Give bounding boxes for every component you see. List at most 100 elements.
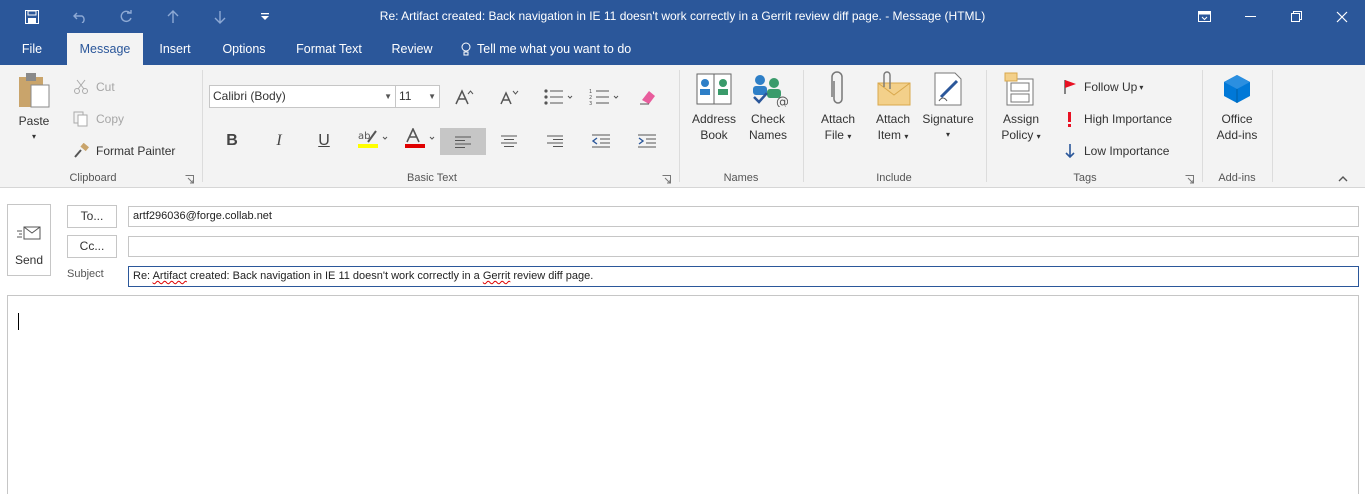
tab-insert[interactable]: Insert [150, 33, 200, 65]
tab-review[interactable]: Review [384, 33, 440, 65]
to-field[interactable]: artf296036@forge.collab.net [128, 206, 1359, 227]
format-painter-button[interactable]: Format Painter [73, 140, 175, 162]
low-importance-button[interactable]: Low Importance [1063, 140, 1169, 162]
bullets-icon [544, 89, 573, 105]
shrink-font-icon [500, 90, 519, 105]
bullets-button[interactable] [540, 86, 576, 108]
clear-formatting-button[interactable] [634, 86, 662, 108]
cc-field[interactable] [128, 236, 1359, 257]
decrease-indent-button[interactable] [587, 130, 615, 152]
close-icon[interactable] [1319, 0, 1365, 33]
chevron-down-icon: ▼ [384, 92, 392, 101]
attach-file-button[interactable]: Attach File ▾ [815, 71, 861, 145]
subject-field[interactable]: Re: Artifact created: Back navigation in… [128, 266, 1359, 287]
align-left-button[interactable] [440, 128, 486, 155]
basic-text-dialog-launcher-icon[interactable] [662, 175, 671, 184]
underline-icon: U [318, 132, 330, 149]
tell-me-search[interactable]: Tell me what you want to do [461, 33, 636, 65]
send-button[interactable]: Send [7, 204, 51, 276]
align-right-button[interactable] [541, 130, 569, 152]
underline-button[interactable]: U [310, 130, 338, 152]
collapse-ribbon-icon[interactable] [1338, 175, 1348, 182]
tab-message[interactable]: Message [67, 33, 143, 65]
up-arrow-icon[interactable] [150, 0, 196, 33]
to-button[interactable]: To... [67, 205, 117, 228]
office-addins-label-1: Office [1221, 112, 1253, 126]
tab-format-text[interactable]: Format Text [288, 33, 370, 65]
increase-indent-button[interactable] [633, 130, 661, 152]
divider [679, 70, 680, 182]
tags-dialog-launcher-icon[interactable] [1185, 175, 1194, 184]
bold-icon: B [226, 132, 238, 149]
title-bar: Re: Artifact created: Back navigation in… [0, 0, 1365, 33]
message-body[interactable] [7, 295, 1359, 494]
chevron-down-icon: ▾ [1139, 82, 1144, 92]
italic-button[interactable]: I [265, 130, 293, 152]
paste-icon [19, 73, 50, 108]
assign-policy-label-2: Policy ▾ [1001, 128, 1041, 142]
addins-group-label: Add-ins [1218, 172, 1256, 184]
text-caret [18, 313, 19, 330]
shrink-font-button[interactable] [495, 86, 523, 108]
subject-label: Subject [67, 268, 104, 280]
check-names-icon: @ [753, 75, 788, 107]
paste-dropdown-icon: ▾ [31, 132, 36, 141]
down-arrow-icon[interactable] [197, 0, 243, 33]
font-name-value: Calibri (Body) [213, 89, 286, 103]
compose-area: Send To... artf296036@forge.collab.net C… [0, 189, 1365, 494]
office-addins-label-2: Add-ins [1216, 128, 1258, 142]
font-size-dropdown[interactable]: 11 ▼ [395, 85, 440, 108]
numbering-button[interactable]: 123 [586, 86, 622, 108]
minimize-icon[interactable] [1227, 0, 1273, 33]
attach-item-label-2: Item ▾ [877, 128, 909, 142]
bold-button[interactable]: B [218, 130, 246, 152]
italic-icon: I [276, 132, 282, 149]
office-addins-button[interactable]: Office Add-ins [1210, 71, 1264, 143]
subject-text: Re: [133, 270, 153, 282]
font-color-button[interactable] [401, 128, 439, 150]
tab-file[interactable]: File [10, 33, 54, 65]
address-book-button[interactable]: Address Book [690, 71, 738, 143]
align-center-button[interactable] [495, 130, 523, 152]
clipboard-group-label: Clipboard [69, 172, 117, 184]
ribbon-display-options-icon[interactable] [1181, 0, 1227, 33]
undo-icon[interactable] [57, 0, 103, 33]
ribbon-tab-bar: File Message Insert Options Format Text … [0, 33, 1365, 65]
highlight-button[interactable]: ab [354, 128, 392, 150]
subject-text: Artifact [152, 270, 187, 282]
attach-file-label-1: Attach [820, 112, 856, 126]
tell-me-label: Tell me what you want to do [477, 41, 632, 56]
signature-label: Signature [922, 112, 974, 126]
cc-button[interactable]: Cc... [67, 235, 117, 258]
save-icon[interactable] [9, 0, 55, 33]
signature-button[interactable]: Signature ▾ [920, 71, 976, 143]
office-addins-icon [1224, 75, 1250, 103]
svg-text:@: @ [776, 95, 788, 107]
customize-toolbar-icon[interactable] [242, 0, 288, 33]
format-painter-icon [74, 143, 89, 158]
attach-item-button[interactable]: Attach Item ▾ [870, 71, 916, 145]
copy-button[interactable]: Copy [73, 108, 124, 130]
subject-text: Gerrit [482, 270, 511, 282]
clipboard-dialog-launcher-icon[interactable] [185, 175, 194, 184]
include-group-label: Include [876, 172, 912, 184]
check-names-button[interactable]: @ Check Names [745, 71, 791, 143]
copy-label: Copy [96, 112, 125, 126]
paste-label: Paste [18, 114, 50, 128]
assign-policy-button[interactable]: Assign Policy ▾ [996, 71, 1046, 145]
restore-icon[interactable] [1273, 0, 1319, 33]
eraser-icon [640, 91, 655, 105]
follow-up-button[interactable]: Follow Up ▾ [1063, 76, 1143, 98]
align-left-icon [455, 136, 471, 148]
cut-button[interactable]: Cut [73, 76, 115, 98]
tab-options[interactable]: Options [213, 33, 275, 65]
grow-font-button[interactable] [450, 86, 478, 108]
redo-icon[interactable] [103, 0, 149, 33]
paste-button[interactable]: Paste ▾ [14, 71, 54, 145]
font-name-dropdown[interactable]: Calibri (Body) ▼ [209, 85, 396, 108]
exclamation-icon [1068, 112, 1071, 127]
chevron-down-icon: ▾ [1036, 132, 1041, 141]
check-names-label-1: Check [750, 112, 785, 126]
high-importance-label: High Importance [1084, 112, 1173, 126]
high-importance-button[interactable]: High Importance [1063, 108, 1172, 130]
